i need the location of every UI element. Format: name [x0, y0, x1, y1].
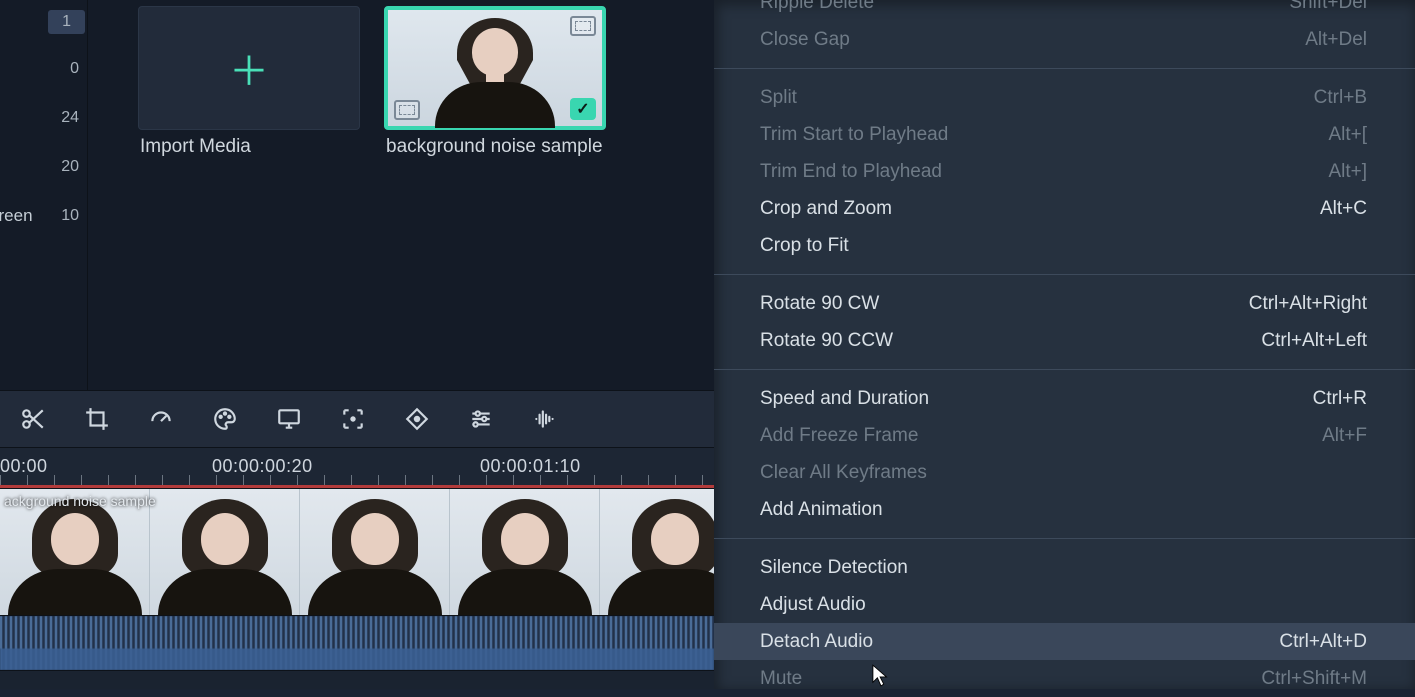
- audio-waveform: [0, 616, 714, 670]
- ruler-word: creen: [0, 206, 33, 226]
- menu-item-shortcut: Ctrl+Alt+Right: [1249, 293, 1367, 315]
- menu-separator: [714, 538, 1415, 539]
- menu-item-speed-and-duration[interactable]: Speed and Duration Ctrl+R: [714, 380, 1415, 417]
- import-media-thumb[interactable]: ＋: [138, 6, 360, 130]
- menu-separator: [714, 369, 1415, 370]
- menu-item-label: Crop to Fit: [760, 235, 849, 257]
- menu-item-add-freeze-frame: Add Freeze Frame Alt+F: [714, 417, 1415, 454]
- menu-item-label: Clear All Keyframes: [760, 462, 927, 484]
- menu-item-split: Split Ctrl+B: [714, 79, 1415, 116]
- media-bin: ＋ Import Media ✓ background noise sample: [88, 0, 714, 390]
- menu-item-mute: Mute Ctrl+Shift+M: [714, 660, 1415, 697]
- menu-item-crop-to-fit[interactable]: Crop to Fit: [714, 227, 1415, 264]
- menu-item-close-gap: Close Gap Alt+Del: [714, 21, 1415, 58]
- ruler-tick: 20: [61, 158, 79, 176]
- menu-item-ripple-delete: Ripple Delete Shift+Del: [714, 0, 1415, 21]
- time-label: 00:00:00:20: [212, 456, 313, 477]
- menu-item-rotate-90-ccw[interactable]: Rotate 90 CCW Ctrl+Alt+Left: [714, 322, 1415, 359]
- menu-separator: [714, 274, 1415, 275]
- thumb-art: [435, 82, 555, 128]
- time-label: 00:00:01:10: [480, 456, 581, 477]
- track-clip-name: ackground noise sample: [4, 493, 156, 509]
- video-frame: [150, 489, 300, 615]
- time-label: 00:00: [0, 456, 48, 477]
- menu-item-adjust-audio[interactable]: Adjust Audio: [714, 586, 1415, 623]
- menu-item-shortcut: Alt+]: [1328, 161, 1367, 183]
- menu-item-label: Mute: [760, 668, 802, 690]
- menu-item-shortcut: Ctrl+R: [1313, 388, 1367, 410]
- focus-icon[interactable]: [338, 404, 368, 434]
- menu-item-shortcut: Alt+C: [1320, 198, 1367, 220]
- ruler-tick: 24: [61, 109, 79, 127]
- context-menu: Ripple Delete Shift+Del Close Gap Alt+Del Sp…: [714, 0, 1415, 689]
- import-media-label: Import Media: [138, 136, 364, 158]
- media-clip-thumb[interactable]: ✓: [384, 6, 606, 130]
- media-type-icon: [570, 16, 596, 36]
- audio-track[interactable]: [0, 616, 714, 671]
- menu-item-shortcut: Alt+Del: [1305, 29, 1367, 51]
- screen-icon[interactable]: [274, 404, 304, 434]
- thumb-art: [472, 28, 518, 76]
- added-check-icon: ✓: [570, 98, 596, 120]
- menu-item-label: Speed and Duration: [760, 388, 929, 410]
- menu-item-shortcut: Ctrl+Alt+Left: [1261, 330, 1367, 352]
- video-frame: [300, 489, 450, 615]
- media-clip-tile[interactable]: ✓ background noise sample: [384, 6, 610, 158]
- media-info-icon: [394, 100, 420, 120]
- menu-item-label: Detach Audio: [760, 631, 873, 653]
- menu-item-trim-start-to-playhead: Trim Start to Playhead Alt+[: [714, 116, 1415, 153]
- video-track[interactable]: ackground noise sample: [0, 488, 714, 616]
- menu-item-label: Rotate 90 CW: [760, 293, 879, 315]
- menu-item-label: Rotate 90 CCW: [760, 330, 893, 352]
- menu-item-label: Add Freeze Frame: [760, 425, 918, 447]
- time-ruler[interactable]: 00:00 00:00:00:20 00:00:01:10: [0, 448, 714, 488]
- menu-separator: [714, 68, 1415, 69]
- menu-item-shortcut: Shift+Del: [1289, 0, 1367, 14]
- menu-item-crop-and-zoom[interactable]: Crop and Zoom Alt+C: [714, 190, 1415, 227]
- palette-icon[interactable]: [210, 404, 240, 434]
- font-size-ruler: 1 0 24 20 10 creen: [0, 0, 88, 390]
- menu-item-add-animation[interactable]: Add Animation: [714, 491, 1415, 528]
- media-clip-label: background noise sample: [384, 136, 610, 158]
- menu-item-shortcut: Ctrl+Alt+D: [1279, 631, 1367, 653]
- menu-item-label: Add Animation: [760, 499, 883, 521]
- ruler-tick[interactable]: 1: [48, 10, 85, 34]
- timeline-toolbar: [0, 390, 714, 448]
- menu-item-clear-all-keyframes: Clear All Keyframes: [714, 454, 1415, 491]
- speed-icon[interactable]: [146, 404, 176, 434]
- video-frame: [450, 489, 600, 615]
- scissors-icon[interactable]: [18, 404, 48, 434]
- menu-item-label: Silence Detection: [760, 557, 908, 579]
- menu-item-label: Trim End to Playhead: [760, 161, 942, 183]
- menu-item-detach-audio[interactable]: Detach Audio Ctrl+Alt+D: [714, 623, 1415, 660]
- plus-icon: ＋: [229, 39, 269, 97]
- audio-eq-icon[interactable]: [530, 404, 560, 434]
- timeline-tracks: ackground noise sample: [0, 488, 714, 689]
- import-media-tile[interactable]: ＋ Import Media: [138, 6, 364, 158]
- keyframe-icon[interactable]: [402, 404, 432, 434]
- menu-item-shortcut: Ctrl+B: [1314, 87, 1367, 109]
- crop-icon[interactable]: [82, 404, 112, 434]
- menu-item-label: Trim Start to Playhead: [760, 124, 948, 146]
- menu-item-silence-detection[interactable]: Silence Detection: [714, 549, 1415, 586]
- ruler-tick: 10: [61, 207, 79, 225]
- ruler-tick: 0: [70, 60, 79, 78]
- menu-item-label: Adjust Audio: [760, 594, 866, 616]
- sliders-icon[interactable]: [466, 404, 496, 434]
- menu-item-label: Close Gap: [760, 29, 850, 51]
- video-frame: [600, 489, 714, 615]
- menu-item-trim-end-to-playhead: Trim End to Playhead Alt+]: [714, 153, 1415, 190]
- menu-item-rotate-90-cw[interactable]: Rotate 90 CW Ctrl+Alt+Right: [714, 285, 1415, 322]
- menu-item-label: Ripple Delete: [760, 0, 874, 14]
- menu-item-shortcut: Alt+[: [1328, 124, 1367, 146]
- menu-item-label: Split: [760, 87, 797, 109]
- menu-item-shortcut: Alt+F: [1322, 425, 1367, 447]
- time-ticks: [0, 475, 714, 485]
- menu-item-shortcut: Ctrl+Shift+M: [1261, 668, 1367, 690]
- menu-item-label: Crop and Zoom: [760, 198, 892, 220]
